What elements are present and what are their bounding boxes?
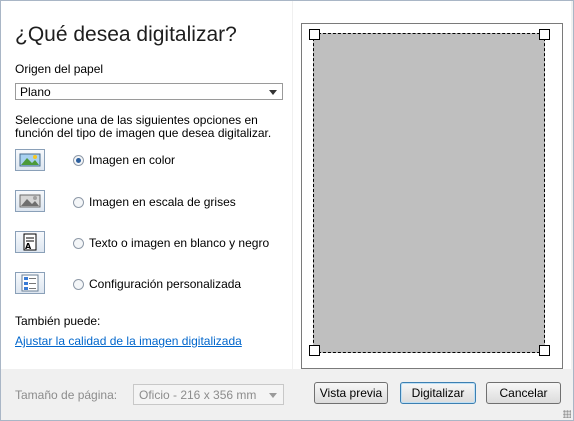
custom-settings-icon[interactable] [15,272,45,294]
radio-bw-text[interactable] [73,238,84,249]
cancel-button[interactable]: Cancelar [486,382,561,404]
paper-source-select[interactable]: Plano [15,83,283,100]
resize-handle-bottom-left[interactable] [309,345,320,356]
bw-text-icon[interactable]: A [15,231,45,253]
paper-source-label: Origen del papel [15,62,104,76]
option-label-color[interactable]: Imagen en color [89,153,175,167]
option-label-custom[interactable]: Configuración personalizada [89,277,241,291]
page-size-select: Oficio - 216 x 356 mm [133,384,284,405]
page-size-value: Oficio - 216 x 356 mm [139,388,257,402]
paper-source-value: Plano [20,85,51,99]
instructions-line-1: Seleccione una de las siguientes opcione… [15,113,258,127]
grayscale-image-icon[interactable] [15,190,45,212]
resize-handle-top-left[interactable] [309,29,320,40]
chevron-down-icon [269,393,277,398]
instructions-line-2: función del tipo de imagen que desea dig… [15,126,272,140]
scan-button[interactable]: Digitalizar [400,382,476,404]
resize-handle-top-right[interactable] [539,29,550,40]
radio-grayscale-image[interactable] [73,197,84,208]
page-size-label: Tamaño de página: [15,388,118,402]
chevron-down-icon [269,90,277,95]
radio-color-image[interactable] [73,155,84,166]
resize-handle-bottom-right[interactable] [539,345,550,356]
radio-custom-settings[interactable] [73,279,84,290]
adjust-quality-link[interactable]: Ajustar la calidad de la imagen digitali… [15,334,242,348]
scan-area-selection[interactable] [313,33,545,353]
preview-button[interactable]: Vista previa [314,382,388,404]
option-label-grayscale[interactable]: Imagen en escala de grises [89,195,236,209]
dialog-title: ¿Qué desea digitalizar? [15,23,237,46]
resize-grip-icon[interactable] [563,410,571,418]
svg-text:A: A [25,242,32,251]
color-image-icon[interactable] [15,149,45,171]
also-label: También puede: [15,314,101,328]
option-label-bw[interactable]: Texto o imagen en blanco y negro [89,236,269,250]
